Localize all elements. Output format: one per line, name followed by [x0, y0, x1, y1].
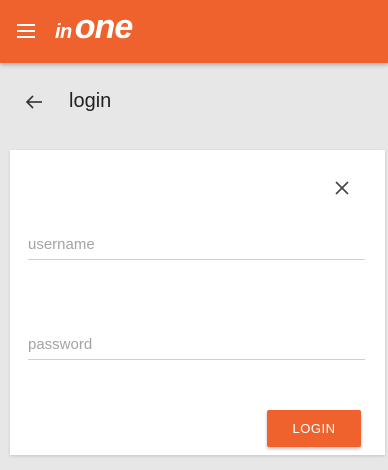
login-card: LOGIN: [10, 150, 385, 455]
app-bar: in one: [0, 0, 388, 63]
arrow-left-icon[interactable]: [24, 91, 46, 113]
password-field-container: [28, 330, 365, 360]
close-icon[interactable]: [334, 180, 350, 196]
page-title: login: [69, 90, 112, 112]
brand-prefix: in: [55, 21, 72, 43]
login-button[interactable]: LOGIN: [267, 410, 361, 447]
username-input[interactable]: [28, 230, 365, 260]
brand-logo: in one: [55, 8, 133, 48]
password-input[interactable]: [28, 330, 365, 360]
brand-name: one: [74, 8, 133, 46]
hamburger-menu-icon[interactable]: [17, 22, 37, 40]
username-field-container: [28, 230, 365, 260]
page-toolbar: login: [0, 63, 388, 145]
